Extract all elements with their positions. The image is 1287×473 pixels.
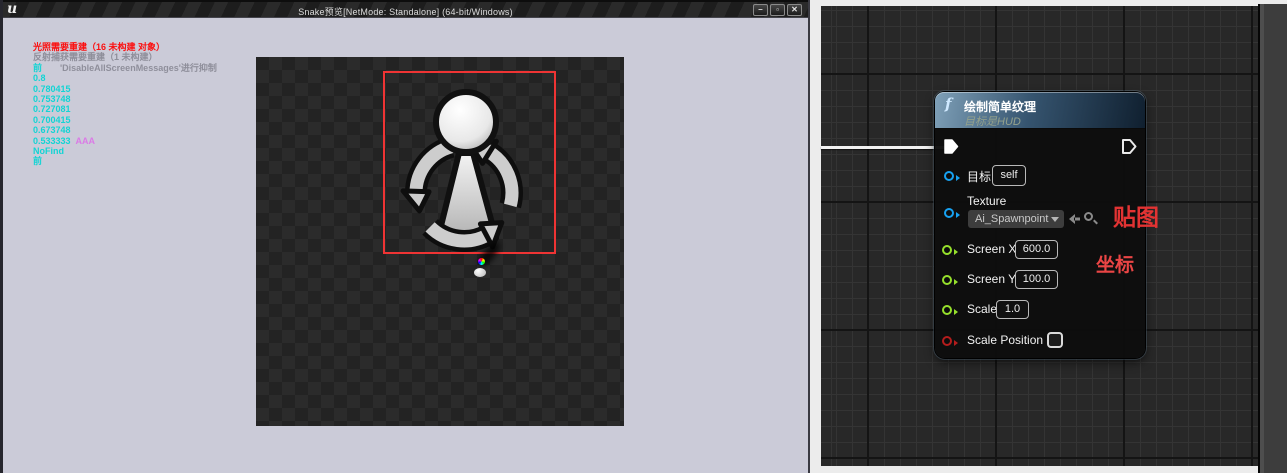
window-controls: – ▫ ✕ [753, 4, 802, 16]
debug-line: NoFind [33, 146, 217, 156]
node-header[interactable]: f 绘制简单纹理 目标是HUD [935, 92, 1145, 129]
function-icon: f [945, 95, 951, 113]
player-pawn-sprite-icon [478, 258, 485, 265]
texture-asset-name: Ai_Spawnpoint [975, 213, 1048, 225]
debug-line: 0.753748 [33, 94, 217, 104]
screenshot-red-frame [383, 71, 556, 254]
node-subtitle: 目标是HUD [964, 113, 1021, 129]
debug-line: 0.700415 [33, 115, 217, 125]
side-panel-strip [1264, 4, 1287, 473]
target-pin-label: 目标 [967, 168, 991, 185]
window-titlebar[interactable]: u Snake预览[NetMode: Standalone] (64-bit/W… [3, 0, 808, 18]
exec-wire [821, 146, 948, 149]
game-preview-window: u Snake预览[NetMode: Standalone] (64-bit/W… [0, 0, 810, 473]
player-pawn [474, 268, 486, 277]
coords-annotation: 坐标 [1096, 250, 1134, 277]
screen-x-field[interactable]: 600.0 [1015, 240, 1058, 259]
debug-line: 0.780415 [33, 84, 217, 94]
scale-position-checkbox[interactable] [1047, 332, 1063, 348]
maximize-button[interactable]: ▫ [770, 4, 785, 16]
screen-y-pin[interactable] [942, 275, 952, 285]
exec-input-pin[interactable] [942, 137, 959, 156]
texture-pin-label: Texture [967, 194, 1006, 208]
target-pin[interactable] [944, 171, 954, 181]
scale-position-label: Scale Position [967, 333, 1043, 347]
screen-y-label: Screen Y [967, 272, 1016, 286]
exec-output-pin[interactable] [1120, 137, 1137, 156]
debug-line: 0.8 [33, 73, 217, 83]
debug-line: 0.533333AAA [33, 136, 217, 146]
texture-annotation: 贴图 [1113, 198, 1159, 232]
texture-pin[interactable] [944, 208, 954, 218]
debug-line: 反射捕获需要重建（1 未构建） [33, 52, 217, 62]
browse-back-arrow-icon[interactable] [1068, 213, 1081, 225]
texture-asset-dropdown[interactable]: Ai_Spawnpoint [968, 210, 1064, 228]
scale-field[interactable]: 1.0 [996, 300, 1029, 319]
debug-line: 前 [33, 156, 217, 166]
search-icon[interactable] [1084, 212, 1093, 221]
minimize-button[interactable]: – [753, 4, 768, 16]
debug-line: 前'DisableAllScreenMessages'进行抑制 [33, 63, 217, 73]
screen-x-label: Screen X [967, 242, 1016, 256]
debug-line: 0.673748 [33, 125, 217, 135]
debug-line: 光照需要重建（16 未构建 对象） [33, 42, 217, 52]
chevron-down-icon [1051, 217, 1059, 222]
scale-pin[interactable] [942, 305, 952, 315]
screen-x-pin[interactable] [942, 245, 952, 255]
screen-y-field[interactable]: 100.0 [1015, 270, 1058, 289]
debug-line: 0.727081 [33, 104, 217, 114]
game-viewport[interactable] [256, 57, 624, 426]
close-button[interactable]: ✕ [787, 4, 802, 16]
target-value-field[interactable]: self [992, 165, 1026, 186]
window-title: Snake预览[NetMode: Standalone] (64-bit/Win… [3, 5, 808, 18]
screen: u Snake预览[NetMode: Standalone] (64-bit/W… [0, 0, 1287, 473]
scale-position-pin[interactable] [942, 336, 952, 346]
scale-label: Scale [967, 302, 997, 316]
debug-messages: 光照需要重建（16 未构建 对象）反射捕获需要重建（1 未构建）前'Disabl… [33, 42, 217, 167]
